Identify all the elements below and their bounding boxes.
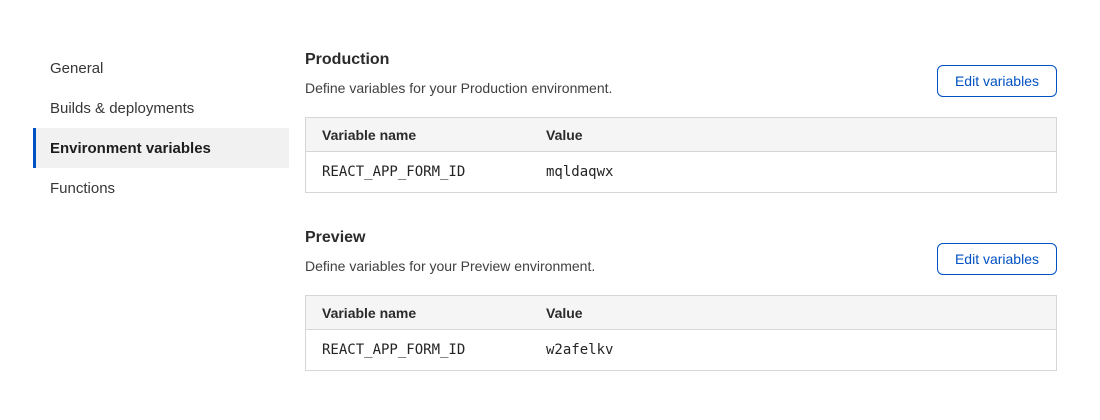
table-row: REACT_APP_FORM_ID mqldaqwx xyxy=(306,152,1056,192)
settings-content: Production Define variables for your Pro… xyxy=(305,48,1057,407)
preview-title: Preview xyxy=(305,229,595,247)
preview-edit-variables-button[interactable]: Edit variables xyxy=(937,243,1057,275)
production-section-header: Production Define variables for your Pro… xyxy=(305,51,1057,97)
settings-sidebar: General Builds & deployments Environment… xyxy=(33,48,289,407)
sidebar-item-environment-variables[interactable]: Environment variables xyxy=(33,128,289,168)
production-edit-variables-button[interactable]: Edit variables xyxy=(937,65,1057,97)
preview-description: Define variables for your Preview enviro… xyxy=(305,258,595,275)
preview-variables-table: Variable name Value REACT_APP_FORM_ID w2… xyxy=(305,295,1057,371)
table-row: REACT_APP_FORM_ID w2afelkv xyxy=(306,330,1056,370)
column-header-variable-name: Variable name xyxy=(306,127,546,143)
column-header-value: Value xyxy=(546,305,1056,321)
sidebar-item-label: Builds & deployments xyxy=(50,100,194,117)
preview-section: Preview Define variables for your Previe… xyxy=(305,229,1057,371)
variable-name-cell: REACT_APP_FORM_ID xyxy=(306,164,546,180)
table-header-row: Variable name Value xyxy=(306,118,1056,152)
sidebar-item-label: Environment variables xyxy=(50,140,211,157)
sidebar-item-functions[interactable]: Functions xyxy=(33,168,289,208)
production-section-titles: Production Define variables for your Pro… xyxy=(305,51,612,97)
variable-value-cell: w2afelkv xyxy=(546,342,1056,358)
variable-value-cell: mqldaqwx xyxy=(546,164,1056,180)
sidebar-item-general[interactable]: General xyxy=(33,48,289,88)
settings-page: General Builds & deployments Environment… xyxy=(0,0,1100,407)
production-section: Production Define variables for your Pro… xyxy=(305,51,1057,193)
production-variables-table: Variable name Value REACT_APP_FORM_ID mq… xyxy=(305,117,1057,193)
preview-section-titles: Preview Define variables for your Previe… xyxy=(305,229,595,275)
sidebar-item-label: General xyxy=(50,60,103,77)
table-header-row: Variable name Value xyxy=(306,296,1056,330)
sidebar-item-label: Functions xyxy=(50,180,115,197)
column-header-variable-name: Variable name xyxy=(306,305,546,321)
variable-name-cell: REACT_APP_FORM_ID xyxy=(306,342,546,358)
production-description: Define variables for your Production env… xyxy=(305,80,612,97)
sidebar-item-builds-deployments[interactable]: Builds & deployments xyxy=(33,88,289,128)
column-header-value: Value xyxy=(546,127,1056,143)
production-title: Production xyxy=(305,51,612,69)
preview-section-header: Preview Define variables for your Previe… xyxy=(305,229,1057,275)
